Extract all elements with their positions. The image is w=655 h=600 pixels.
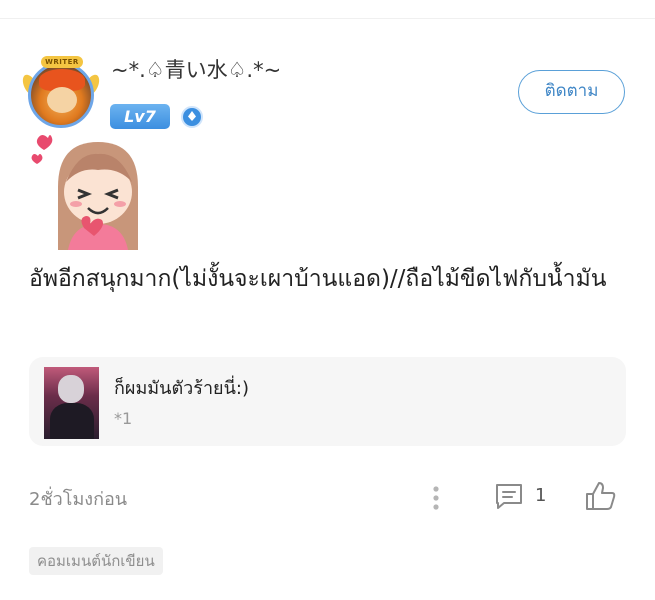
verified-icon — [181, 106, 203, 128]
follow-button[interactable]: ติดตาม — [518, 70, 625, 114]
thumbs-up-icon[interactable] — [584, 480, 618, 512]
quoted-comment-card[interactable]: ก็ผมมันตัวร้ายนี่:) *1 — [29, 357, 626, 446]
avatar-image — [28, 62, 94, 128]
writer-comment-tag: คอมเมนต์นักเขียน — [29, 547, 163, 575]
post-text: อัพอีกสนุกมาก(ไม่งั้นจะเผาบ้านแอด)//ถือไ… — [29, 266, 607, 292]
author-avatar[interactable]: WRITER — [19, 56, 103, 128]
top-divider — [0, 18, 655, 19]
sticker-image — [31, 135, 138, 250]
writer-badge: WRITER — [41, 56, 83, 68]
comment-icon[interactable] — [494, 482, 524, 510]
quoted-comment-thumbnail — [44, 367, 99, 439]
quoted-comment-text: ก็ผมมันตัวร้ายนี่:) — [114, 378, 249, 399]
more-vertical-icon[interactable] — [430, 484, 442, 514]
level-badge: Lv7 — [110, 104, 170, 129]
post-timestamp: 2ชั่วโมงก่อน — [29, 489, 128, 510]
quoted-comment-count: *1 — [114, 409, 133, 428]
comment-count: 1 — [535, 485, 547, 506]
author-username[interactable]: ~*.♤青い水♤.*~ — [111, 54, 281, 84]
